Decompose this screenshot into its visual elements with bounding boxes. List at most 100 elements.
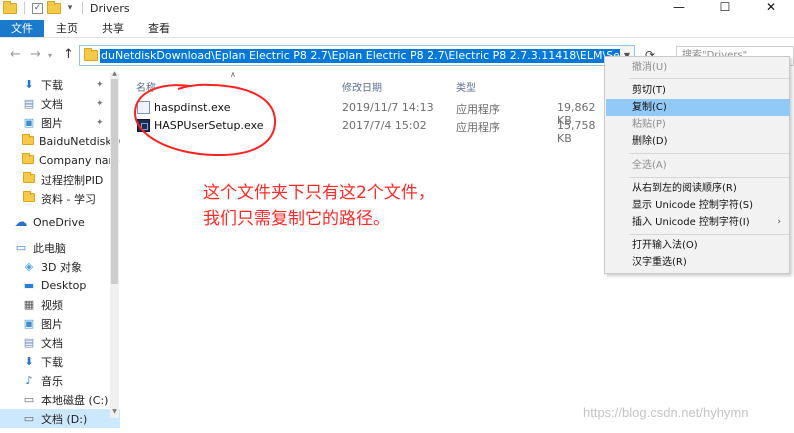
forward-arrow-icon[interactable]: → xyxy=(30,47,41,62)
folder-icon xyxy=(22,133,34,149)
menu-separator xyxy=(629,234,789,235)
computer-icon: ▭ xyxy=(15,240,27,254)
nav-item-label: OneDrive xyxy=(33,216,85,229)
nav-item-label: 此电脑 xyxy=(33,241,66,255)
nav-item[interactable]: ⬇ 下载 ✦ xyxy=(0,75,120,94)
nav-item-label: BaiduNetdiskD xyxy=(39,135,120,148)
scroll-up-icon[interactable]: ▲ xyxy=(110,70,119,77)
menu-separator xyxy=(629,177,789,178)
nav-item[interactable]: BaiduNetdiskD xyxy=(0,132,120,151)
pin-icon[interactable]: ✦ xyxy=(96,80,104,90)
nav-item[interactable]: ▤ 文档 xyxy=(0,333,120,352)
minimize-button[interactable]: — xyxy=(656,0,702,16)
file-size: 15,758 KB xyxy=(557,119,596,145)
download-icon: ⬇ xyxy=(24,77,34,91)
menu-item-label: 插入 Unicode 控制字符(I) xyxy=(632,217,750,228)
watermark: https://blog.csdn.net/hyhymn xyxy=(583,405,749,420)
properties-icon[interactable]: ✓ xyxy=(32,2,43,14)
recent-locations-icon[interactable]: ▾ xyxy=(48,51,52,60)
close-button[interactable]: ✕ xyxy=(748,0,794,16)
pin-icon[interactable]: ✦ xyxy=(96,118,104,128)
nav-item-label: 文档 (D:) xyxy=(41,412,88,426)
nav-item[interactable]: ▤ 文档 ✦ xyxy=(0,94,120,113)
file-type: 应用程序 xyxy=(456,103,500,116)
nav-item-label: Desktop xyxy=(41,279,87,292)
nav-item-label: 视频 xyxy=(41,298,63,312)
scrollbar-thumb[interactable] xyxy=(111,79,118,284)
menu-item-rtl-reading[interactable]: 从右到左的阅读顺序(R) xyxy=(606,180,790,197)
picture-icon: ▣ xyxy=(23,115,35,129)
menu-item-paste[interactable]: 粘贴(P) xyxy=(606,116,790,133)
scroll-down-icon[interactable]: ▼ xyxy=(110,408,119,415)
navigation-pane: ⬇ 下载 ✦ ▤ 文档 ✦ ▣ 图片 ✦ BaiduNetdiskD Compa… xyxy=(0,73,120,433)
drive-icon: ▭ xyxy=(23,392,35,406)
nav-item[interactable]: ☁ OneDrive xyxy=(0,213,120,232)
title-bar: ✓ ▾ Drivers — ☐ ✕ xyxy=(0,0,794,16)
tab-share[interactable]: 共享 xyxy=(90,20,136,37)
folder-icon xyxy=(22,152,34,168)
cloud-icon: ☁ xyxy=(14,214,28,230)
window-controls: — ☐ ✕ xyxy=(656,0,794,16)
nav-item[interactable]: ▭ 此电脑 xyxy=(0,238,120,257)
context-menu: 撤消(U) 剪切(T) 复制(C) 粘贴(P) 删除(D) 全选(A) 从右到左… xyxy=(604,56,790,274)
nav-item-label: 过程控制PID xyxy=(41,173,104,187)
nav-item-label: 文档 xyxy=(41,97,63,111)
pin-icon[interactable]: ✦ xyxy=(96,99,104,109)
nav-item[interactable]: ▦ 视频 xyxy=(0,295,120,314)
menu-item-insert-unicode[interactable]: 插入 Unicode 控制字符(I) › xyxy=(606,214,790,231)
nav-item[interactable]: ▣ 图片 ✦ xyxy=(0,113,120,132)
menu-item-delete[interactable]: 删除(D) xyxy=(606,133,790,150)
nav-item-selected[interactable]: ▭ 文档 (D:) xyxy=(0,409,120,428)
nav-item[interactable]: ⬇ 下载 xyxy=(0,352,120,371)
nav-item[interactable]: ▬ Desktop xyxy=(0,276,120,295)
nav-item[interactable]: ♪ 音乐 xyxy=(0,371,120,390)
nav-item[interactable]: ▣ 图片 xyxy=(0,314,120,333)
nav-item[interactable]: ◈ 3D 对象 xyxy=(0,257,120,276)
nav-item[interactable]: 过程控制PID xyxy=(0,170,120,189)
folder-icon xyxy=(22,171,36,187)
window-title: Drivers xyxy=(90,1,130,15)
back-arrow-icon[interactable]: ← xyxy=(10,47,21,62)
nav-item-label: Company name xyxy=(39,154,120,167)
folder-icon xyxy=(84,48,98,61)
tab-view[interactable]: 查看 xyxy=(136,20,182,37)
menu-item-show-unicode[interactable]: 显示 Unicode 控制字符(S) xyxy=(606,197,790,214)
nav-item[interactable]: ▭ 本地磁盘 (C:) xyxy=(0,390,120,409)
menu-item-reconversion[interactable]: 汉字重选(R) xyxy=(606,254,790,271)
nav-item[interactable]: Company name xyxy=(0,151,120,170)
address-bar[interactable]: duNetdiskDownload\Eplan Electric P8 2.7\… xyxy=(79,45,635,66)
nav-item[interactable]: 资料 - 学习 xyxy=(0,189,120,208)
menu-item-copy[interactable]: 复制(C) xyxy=(606,99,790,116)
nav-item-label: 图片 xyxy=(41,317,63,331)
file-date: 2017/7/4 15:02 xyxy=(342,119,427,132)
quick-access-toolbar: ✓ ▾ xyxy=(0,0,86,14)
menu-item-undo[interactable]: 撤消(U) xyxy=(606,59,790,76)
video-icon: ▦ xyxy=(23,297,35,311)
annotation-text: 这个文件夹下只有这2个文件， 我们只需复制它的路径。 xyxy=(203,180,435,232)
annotation-line: 这个文件夹下只有这2个文件， xyxy=(203,183,435,203)
menu-item-open-ime[interactable]: 打开输入法(O) xyxy=(606,237,790,254)
maximize-button[interactable]: ☐ xyxy=(702,0,748,16)
menu-item-cut[interactable]: 剪切(T) xyxy=(606,82,790,99)
column-header-type[interactable]: 类型 xyxy=(456,79,476,94)
up-arrow-icon[interactable]: ↑ xyxy=(63,47,74,62)
menu-item-select-all[interactable]: 全选(A) xyxy=(606,157,790,174)
tab-home[interactable]: 主页 xyxy=(44,20,90,37)
drive-icon: ▭ xyxy=(23,411,35,425)
address-path-selected[interactable]: duNetdiskDownload\Eplan Electric P8 2.7\… xyxy=(100,49,634,63)
annotation-line: 我们只需复制它的路径。 xyxy=(203,209,390,229)
new-folder-icon[interactable] xyxy=(47,0,61,14)
customize-toolbar-icon[interactable]: ▾ xyxy=(65,3,75,13)
document-icon: ▤ xyxy=(23,96,35,110)
column-header-date[interactable]: 修改日期 xyxy=(342,79,382,94)
file-date: 2019/11/7 14:13 xyxy=(342,101,434,114)
nav-item-label: 下载 xyxy=(41,78,63,92)
menu-separator xyxy=(629,153,789,154)
sort-arrow-icon: ∧ xyxy=(230,70,236,79)
tab-file[interactable]: 文件 xyxy=(0,20,44,37)
picture-icon: ▣ xyxy=(23,316,35,330)
nav-item-label: 图片 xyxy=(41,116,63,130)
nav-item-label: 资料 - 学习 xyxy=(41,192,96,206)
nav-item-label: 音乐 xyxy=(41,374,63,388)
nav-scrollbar[interactable]: ▲ ▼ xyxy=(110,70,119,418)
